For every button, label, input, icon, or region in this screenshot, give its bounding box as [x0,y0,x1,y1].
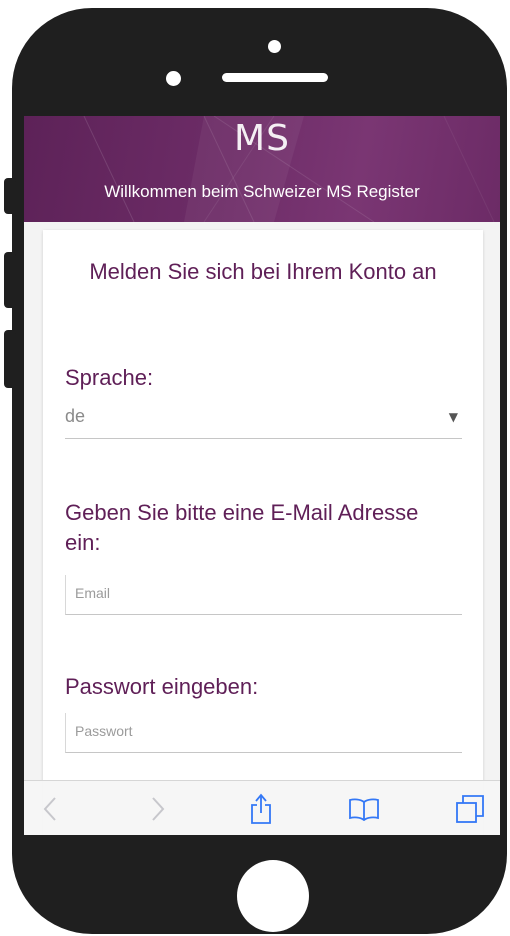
language-label: Sprache: [65,365,154,390]
welcome-subtitle: Willkommen beim Schweizer MS Register [104,182,420,201]
app-header: MS Willkommen beim Schweizer MS Register [24,116,500,222]
sensor-icon [166,71,181,86]
mute-switch [4,178,16,214]
language-selected-value: de [65,406,86,426]
back-arrow-icon [43,797,56,821]
forward-button[interactable] [138,789,178,829]
volume-up-button [4,252,16,308]
phone-screen: MS Willkommen beim Schweizer MS Register… [24,116,500,835]
email-placeholder: Email [75,585,111,601]
tabs-icon [456,795,484,823]
dropdown-arrow-icon: ▼ [448,410,458,424]
camera-icon [268,40,281,53]
ms-logo: MS [234,118,290,159]
speaker-grille [222,73,328,82]
bookmarks-button[interactable] [344,789,384,829]
volume-down-button [4,330,16,388]
home-button[interactable] [237,860,309,932]
email-label: Geben Sie bitte eine E-Mail Adresse ein: [65,500,419,555]
language-select[interactable]: de ▼ [65,400,462,439]
password-label: Passwort eingeben: [65,674,259,699]
forward-arrow-icon [152,797,165,821]
password-field[interactable]: Passwort [65,713,462,753]
login-card: Melden Sie sich bei Ihrem Konto an Sprac… [43,230,483,835]
tabs-button[interactable] [450,789,490,829]
share-button[interactable] [241,789,281,829]
browser-toolbar [24,780,500,835]
email-field[interactable]: Email [65,575,462,615]
login-title: Melden Sie sich bei Ihrem Konto an [89,259,437,284]
share-icon [251,793,271,824]
page: MS Willkommen beim Schweizer MS Register… [0,0,510,936]
back-button[interactable] [30,789,70,829]
bookmarks-icon [349,798,379,821]
password-placeholder: Passwort [75,723,133,739]
